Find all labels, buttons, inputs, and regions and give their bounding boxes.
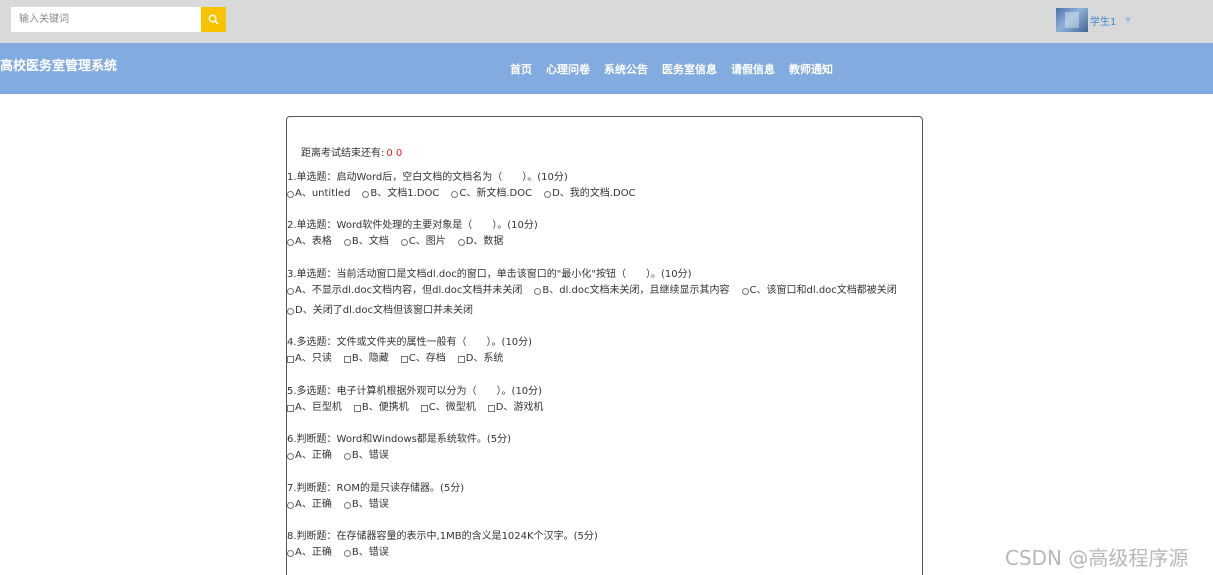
question-title: 3.单选题：当前活动窗口是文档dl.doc的窗口，单击该窗口的"最小化"按钮（ …	[287, 269, 692, 280]
option-list: A、表格 B、文档 C、图片 D、数据	[287, 235, 917, 249]
option-radio[interactable]: B、文档	[343, 235, 389, 249]
checkbox-icon[interactable]	[287, 355, 294, 363]
option-checkbox[interactable]: C、微型机	[420, 401, 476, 415]
checkbox-icon[interactable]	[400, 355, 408, 363]
checkbox-icon[interactable]	[420, 404, 428, 412]
checkbox-icon[interactable]	[457, 355, 465, 363]
option-list: A、untitled B、文档1.DOC C、新文档.DOC D、我的文档.DO…	[287, 187, 917, 201]
radio-icon[interactable]	[287, 287, 294, 295]
radio-icon[interactable]	[343, 452, 351, 460]
option-checkbox[interactable]: D、游戏机	[487, 401, 543, 415]
question-item: 7.判断题：ROM的是只读存储器。(5分) A、正确 B、错误	[287, 482, 917, 512]
question-item: 8.判断题：在存储器容量的表示中,1MB的含义是1024K个汉字。(5分) A、…	[287, 530, 917, 560]
timer-value: 0 0	[386, 148, 403, 159]
question-item: 1.单选题：启动Word后，空白文档的文档名为（ ）。(10分) A、untit…	[287, 171, 917, 201]
radio-icon[interactable]	[457, 238, 465, 246]
radio-icon[interactable]	[534, 287, 542, 295]
radio-icon[interactable]	[451, 190, 459, 198]
option-radio[interactable]: B、错误	[343, 449, 389, 463]
option-radio[interactable]: B、dl.doc文档未关闭，且继续显示其内容	[534, 284, 730, 298]
option-radio[interactable]: D、我的文档.DOC	[544, 187, 636, 201]
radio-icon[interactable]	[287, 501, 294, 509]
option-radio[interactable]: A、正确	[287, 449, 332, 463]
nav-item-home[interactable]: 首页	[510, 61, 532, 77]
radio-icon[interactable]	[741, 287, 749, 295]
nav-menu: 首页 心理问卷 系统公告 医务室信息 请假信息 教师通知	[510, 61, 833, 77]
radio-icon[interactable]	[343, 238, 351, 246]
question-title: 7.判断题：ROM的是只读存储器。(5分)	[287, 483, 465, 494]
search-button[interactable]	[201, 7, 226, 32]
option-list: A、正确 B、错误	[287, 449, 917, 463]
nav-item-announcements[interactable]: 系统公告	[604, 61, 648, 77]
option-checkbox[interactable]: A、巨型机	[287, 401, 342, 415]
question-item: 5.多选题：电子计算机根据外观可以分为（ ）。(10分) A、巨型机 B、便携机…	[287, 385, 917, 415]
option-radio[interactable]: A、表格	[287, 235, 332, 249]
question-item: 2.单选题：Word软件处理的主要对象是（ ）。(10分) A、表格 B、文档 …	[287, 219, 917, 249]
option-radio[interactable]: D、关闭了dl.doc文档但该窗口并未关闭	[287, 304, 473, 318]
radio-icon[interactable]	[287, 190, 294, 198]
search-icon	[208, 14, 219, 25]
radio-icon[interactable]	[287, 238, 294, 246]
watermark: CSDN @高级程序源	[1005, 546, 1189, 570]
question-item: 6.判断题：Word和Windows都是系统软件。(5分) A、正确 B、错误	[287, 433, 917, 463]
radio-icon[interactable]	[362, 190, 370, 198]
checkbox-icon[interactable]	[343, 355, 351, 363]
checkbox-icon[interactable]	[287, 404, 294, 412]
checkbox-icon[interactable]	[353, 404, 361, 412]
option-radio[interactable]: A、不显示dl.doc文档内容，但dl.doc文档并未关闭	[287, 284, 522, 298]
option-radio[interactable]: B、错误	[343, 546, 389, 560]
radio-icon[interactable]	[343, 549, 351, 557]
question-title: 6.判断题：Word和Windows都是系统软件。(5分)	[287, 434, 512, 445]
option-list: A、不显示dl.doc文档内容，但dl.doc文档并未关闭 B、dl.doc文档…	[287, 284, 917, 324]
option-checkbox[interactable]: B、便携机	[353, 401, 409, 415]
question-title: 1.单选题：启动Word后，空白文档的文档名为（ ）。(10分)	[287, 172, 568, 183]
user-menu[interactable]: 学生1 ▼	[1056, 8, 1131, 32]
question-title: 8.判断题：在存储器容量的表示中,1MB的含义是1024K个汉字。(5分)	[287, 531, 598, 542]
option-radio[interactable]: B、错误	[343, 498, 389, 512]
question-title: 5.多选题：电子计算机根据外观可以分为（ ）。(10分)	[287, 386, 543, 397]
option-checkbox[interactable]: B、隐藏	[343, 352, 389, 366]
top-bar: 学生1 ▼	[0, 0, 1213, 43]
question-title: 4.多选题：文件或文件夹的属性一般有（ ）。(10分)	[287, 337, 533, 348]
question-title: 2.单选题：Word软件处理的主要对象是（ ）。(10分)	[287, 220, 538, 231]
exam-panel: 距离考试结束还有: 0 0 1.单选题：启动Word后，空白文档的文档名为（ ）。…	[286, 116, 923, 575]
radio-icon[interactable]	[287, 452, 294, 460]
exam-timer: 距离考试结束还有: 0 0	[301, 144, 402, 159]
nav-item-psych-survey[interactable]: 心理问卷	[546, 61, 590, 77]
option-radio[interactable]: A、untitled	[287, 187, 350, 201]
option-checkbox[interactable]: D、系统	[457, 352, 503, 366]
site-title: 高校医务室管理系统	[0, 59, 118, 74]
option-list: A、正确 B、错误	[287, 498, 917, 512]
checkbox-icon[interactable]	[487, 404, 495, 412]
option-radio[interactable]: B、文档1.DOC	[362, 187, 439, 201]
option-radio[interactable]: C、新文档.DOC	[451, 187, 532, 201]
question-item: 3.单选题：当前活动窗口是文档dl.doc的窗口，单击该窗口的"最小化"按钮（ …	[287, 268, 917, 324]
option-list: A、巨型机 B、便携机 C、微型机 D、游戏机	[287, 401, 917, 415]
nav-item-teacher-notices[interactable]: 教师通知	[789, 61, 833, 77]
user-name[interactable]: 学生1	[1090, 13, 1116, 28]
option-checkbox[interactable]: A、只读	[287, 352, 332, 366]
radio-icon[interactable]	[343, 501, 351, 509]
option-list: A、只读 B、隐藏 C、存档 D、系统	[287, 352, 917, 366]
nav-bar: 高校医务室管理系统 首页 心理问卷 系统公告 医务室信息 请假信息 教师通知	[0, 43, 1213, 94]
question-item: 4.多选题：文件或文件夹的属性一般有（ ）。(10分) A、只读 B、隐藏 C、…	[287, 336, 917, 366]
option-radio[interactable]: A、正确	[287, 546, 332, 560]
chevron-down-icon[interactable]: ▼	[1125, 16, 1130, 24]
option-list: A、正确 B、错误	[287, 546, 917, 560]
nav-item-clinic-info[interactable]: 医务室信息	[662, 61, 717, 77]
avatar[interactable]	[1056, 8, 1088, 32]
option-radio[interactable]: A、正确	[287, 498, 332, 512]
radio-icon[interactable]	[287, 307, 294, 315]
radio-icon[interactable]	[544, 190, 552, 198]
option-radio[interactable]: D、数据	[457, 235, 503, 249]
option-checkbox[interactable]: C、存档	[400, 352, 446, 366]
option-radio[interactable]: C、该窗口和dl.doc文档都被关闭	[741, 284, 897, 298]
option-radio[interactable]: C、图片	[400, 235, 446, 249]
search-input[interactable]	[11, 7, 201, 32]
radio-icon[interactable]	[287, 549, 294, 557]
radio-icon[interactable]	[400, 238, 408, 246]
nav-item-leave-info[interactable]: 请假信息	[731, 61, 775, 77]
timer-label: 距离考试结束还有:	[301, 148, 385, 159]
